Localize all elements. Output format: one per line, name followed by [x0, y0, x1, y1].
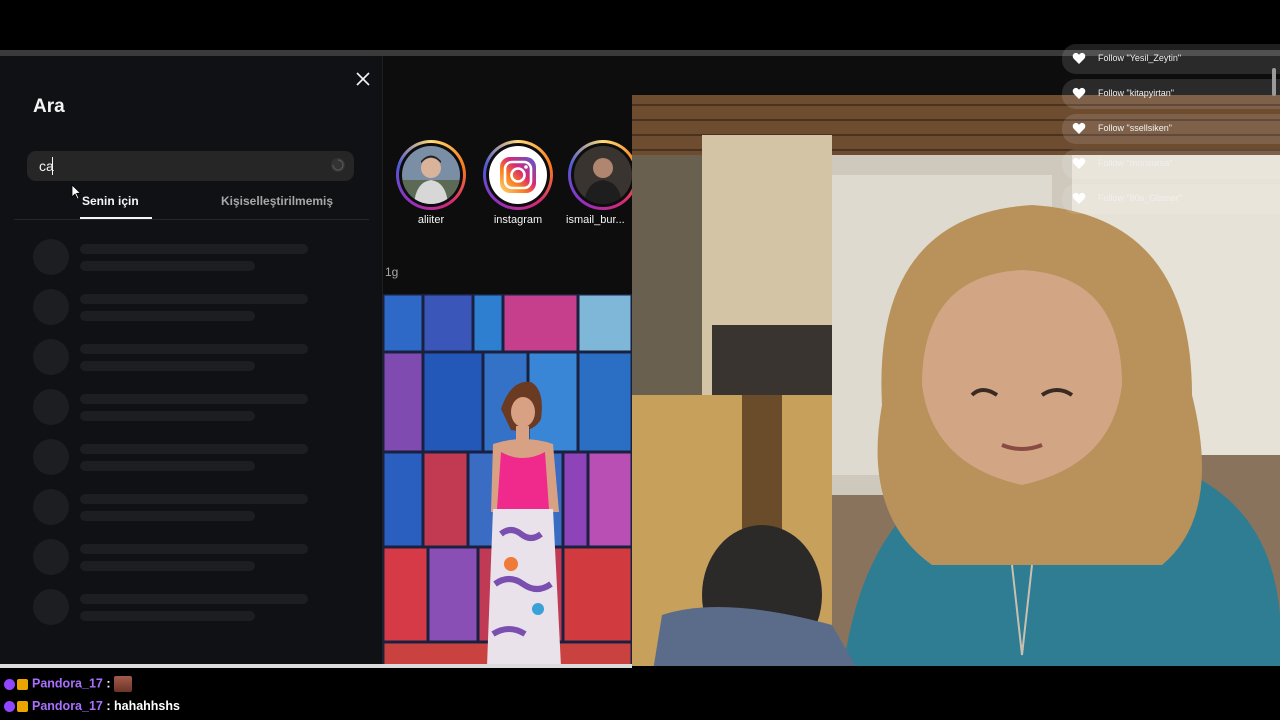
tab-senin-icin[interactable]: Senin için [82, 194, 139, 208]
search-box[interactable] [27, 151, 354, 181]
loading-skeleton-row [33, 389, 333, 427]
follow-notification: Follow "kitapyirtan" [1062, 79, 1280, 109]
close-button[interactable] [352, 68, 374, 90]
loading-skeleton-row [33, 239, 333, 277]
loading-skeleton-row [33, 489, 333, 527]
close-icon[interactable] [352, 68, 374, 90]
follow-notification: Follow "monsursa" [1062, 149, 1280, 179]
subscriber-badge-icon [4, 701, 15, 713]
heart-icon [1072, 192, 1086, 204]
loading-skeleton-row [33, 289, 333, 327]
active-tab-indicator [80, 217, 152, 219]
loading-skeleton-row [33, 339, 333, 377]
search-input[interactable] [39, 151, 319, 181]
story-ring [568, 140, 632, 210]
chat-message: Pandora_17 : [4, 676, 132, 696]
notification-text: Follow "80s_Glamer" [1098, 193, 1182, 203]
loading-skeleton-row [33, 439, 333, 477]
heart-icon [1072, 122, 1086, 134]
chat-separator: : [102, 676, 114, 691]
story-username: aliiter [417, 214, 445, 226]
chat-username: Pandora_17 [32, 676, 103, 691]
clear-search-icon[interactable] [330, 157, 346, 173]
story-avatar [574, 146, 632, 204]
loading-skeleton-row [33, 589, 333, 627]
follow-notification: Follow "80s_Glamer" [1062, 184, 1280, 214]
heart-icon [1072, 157, 1086, 169]
story-aliiter[interactable]: aliiter [391, 140, 471, 226]
chat-message: Pandora_17 : hahahhshs [4, 699, 180, 719]
story-ring [396, 140, 466, 210]
notification-text: Follow "monsursa" [1098, 158, 1173, 168]
notification-text: Follow "kitapyirtan" [1098, 88, 1174, 98]
top-black-bar [0, 0, 1280, 50]
progress-strip [0, 664, 632, 668]
story-ring [483, 140, 553, 210]
search-panel: Ara Senin için Kişiselleştirilmemiş [0, 56, 383, 666]
follow-notification: Follow "ssellsiken" [1062, 114, 1280, 144]
heart-icon [1072, 87, 1086, 99]
notification-scrollbar[interactable] [1272, 68, 1276, 96]
subscriber-badge-icon [4, 678, 15, 690]
tab-kisisellestirilmemis[interactable]: Kişiselleştirilmemiş [221, 194, 333, 208]
heart-icon [1072, 52, 1086, 64]
webcam-overlay [632, 95, 1280, 666]
chat-username: Pandora_17 [32, 699, 103, 713]
story-avatar [489, 146, 547, 204]
mouse-cursor-icon [71, 184, 81, 200]
loading-skeleton-row [33, 539, 333, 577]
instagram-logo-icon [489, 146, 547, 204]
vip-badge-icon [17, 678, 28, 690]
text-caret [52, 157, 53, 175]
search-panel-title: Ara [33, 96, 65, 117]
instagram-app: Ara Senin için Kişiselleştirilmemiş [0, 56, 1280, 666]
post-image[interactable] [383, 294, 632, 666]
story-username: ismail_bur... [566, 214, 625, 226]
follow-notification: Follow "Yesil_Zeytin" [1062, 44, 1280, 74]
notification-text: Follow "ssellsiken" [1098, 123, 1172, 133]
chat-separator: : [102, 699, 114, 713]
search-tabs: Senin için Kişiselleştirilmemiş [14, 186, 369, 220]
story-instagram[interactable]: instagram [478, 140, 558, 226]
story-avatar [402, 146, 460, 204]
vip-badge-icon [17, 701, 28, 713]
emote-icon [113, 676, 132, 692]
chat-text: hahahhshs [113, 699, 180, 713]
story-username: instagram [493, 214, 543, 226]
notification-text: Follow "Yesil_Zeytin" [1098, 53, 1182, 63]
story-ismail[interactable]: ismail_bur... [564, 140, 632, 226]
post-time-label: 1g [385, 265, 399, 279]
